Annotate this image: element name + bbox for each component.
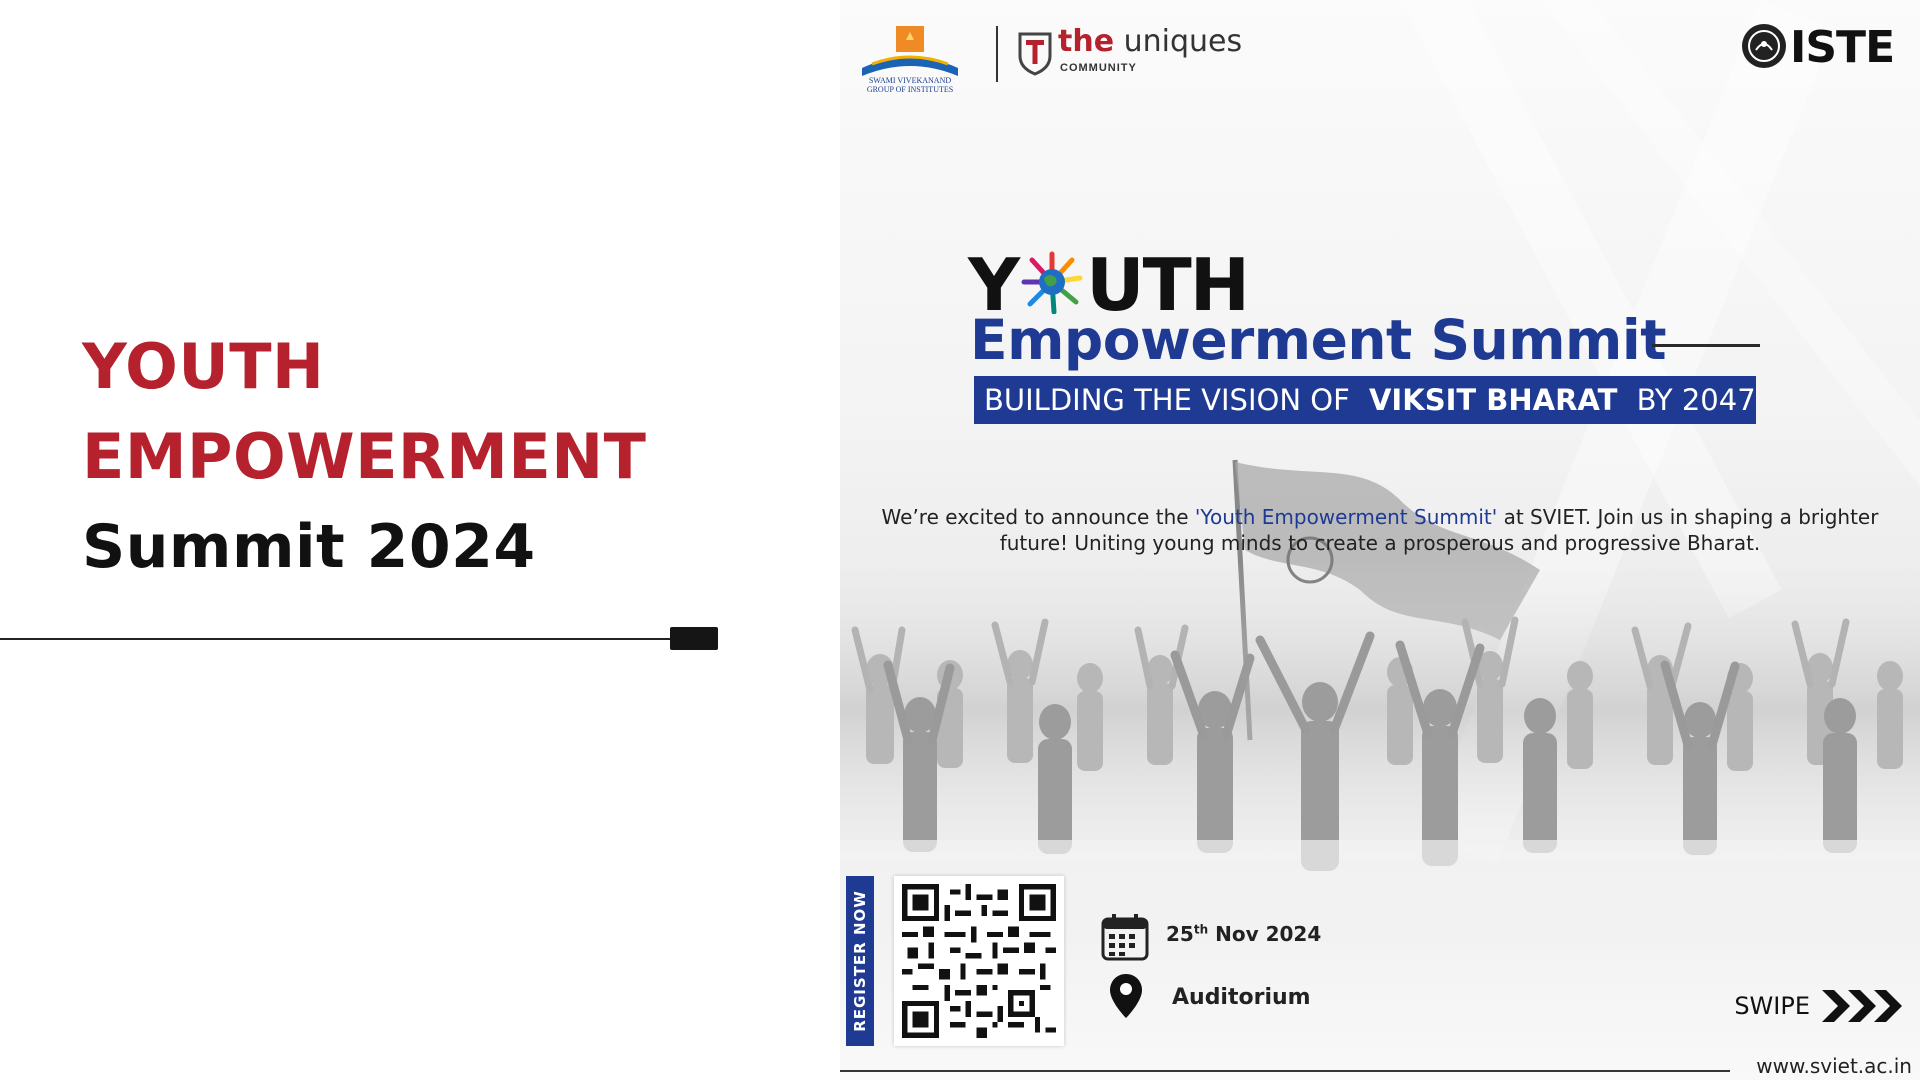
divider-line: [0, 638, 680, 640]
date-rest: Nov 2024: [1208, 922, 1322, 946]
headline-underline: [1652, 344, 1760, 347]
swipe-label: SWIPE: [1734, 992, 1810, 1020]
title-line-youth: YOUTH: [82, 330, 325, 403]
title-block: YOUTH EMPOWERMENT Summit 2024: [82, 322, 646, 592]
event-poster: SWAMI VIVEKANAND GROUP OF INSTITUTES the…: [840, 0, 1920, 1080]
headline-empowerment-summit: Empowerment Summit: [970, 308, 1667, 372]
registration-qr-code[interactable]: [894, 876, 1064, 1046]
left-panel: YOUTH EMPOWERMENT Summit 2024: [0, 0, 840, 1080]
globe-people-icon: [1021, 251, 1083, 314]
blurb-highlight: 'Youth Empowerment Summit': [1194, 505, 1498, 529]
uniques-name: the uniques: [1058, 24, 1242, 59]
qr-code-icon: [902, 884, 1056, 1038]
uniques-shield-icon: [1018, 32, 1052, 76]
svgi-logo-text: SWAMI VIVEKANAND GROUP OF INSTITUTES: [858, 76, 962, 94]
svgi-line1: SWAMI VIVEKANAND: [868, 76, 952, 85]
register-now-label: REGISTER NOW: [851, 890, 869, 1032]
svgi-line2: GROUP OF INSTITUTES: [866, 85, 954, 94]
footer-line: [840, 1070, 1730, 1072]
divider-cap: [670, 627, 718, 650]
iste-logo: ISTE: [1740, 18, 1895, 78]
iste-seal-icon: [1742, 24, 1786, 68]
announcement-text: We’re excited to announce the 'Youth Emp…: [880, 504, 1880, 556]
triple-chevron-right-icon: [1822, 990, 1902, 1022]
location-pin-icon: [1110, 974, 1142, 1018]
uniques-word: uniques: [1123, 24, 1243, 59]
iste-text: ISTE: [1790, 22, 1895, 73]
calendar-icon: [1101, 914, 1149, 961]
vision-banner: BUILDING THE VISION OF VIKSIT BHARAT BY …: [974, 376, 1756, 424]
title-line-summit: Summit 2024: [82, 512, 536, 582]
logo-separator: [996, 26, 998, 82]
blurb-pre: We’re excited to announce the: [881, 505, 1195, 529]
banner-bold: VIKSIT BHARAT: [1368, 383, 1618, 417]
date-day: 25: [1166, 922, 1194, 946]
date-suffix: th: [1193, 922, 1209, 937]
uniques-the: the: [1058, 24, 1115, 59]
swipe-hint[interactable]: SWIPE: [1708, 988, 1908, 1024]
uniques-subtitle: COMMUNITY: [1060, 62, 1137, 74]
title-line-empowerment: EMPOWERMENT: [82, 420, 647, 493]
event-venue: Auditorium: [1172, 985, 1311, 1010]
register-now-tab[interactable]: REGISTER NOW: [846, 876, 874, 1046]
event-date: 25th Nov 2024: [1166, 922, 1321, 946]
banner-part1: BUILDING THE VISION OF: [984, 383, 1350, 417]
website-url[interactable]: www.sviet.ac.in: [1756, 1054, 1912, 1078]
banner-part2: BY 2047: [1636, 383, 1756, 417]
